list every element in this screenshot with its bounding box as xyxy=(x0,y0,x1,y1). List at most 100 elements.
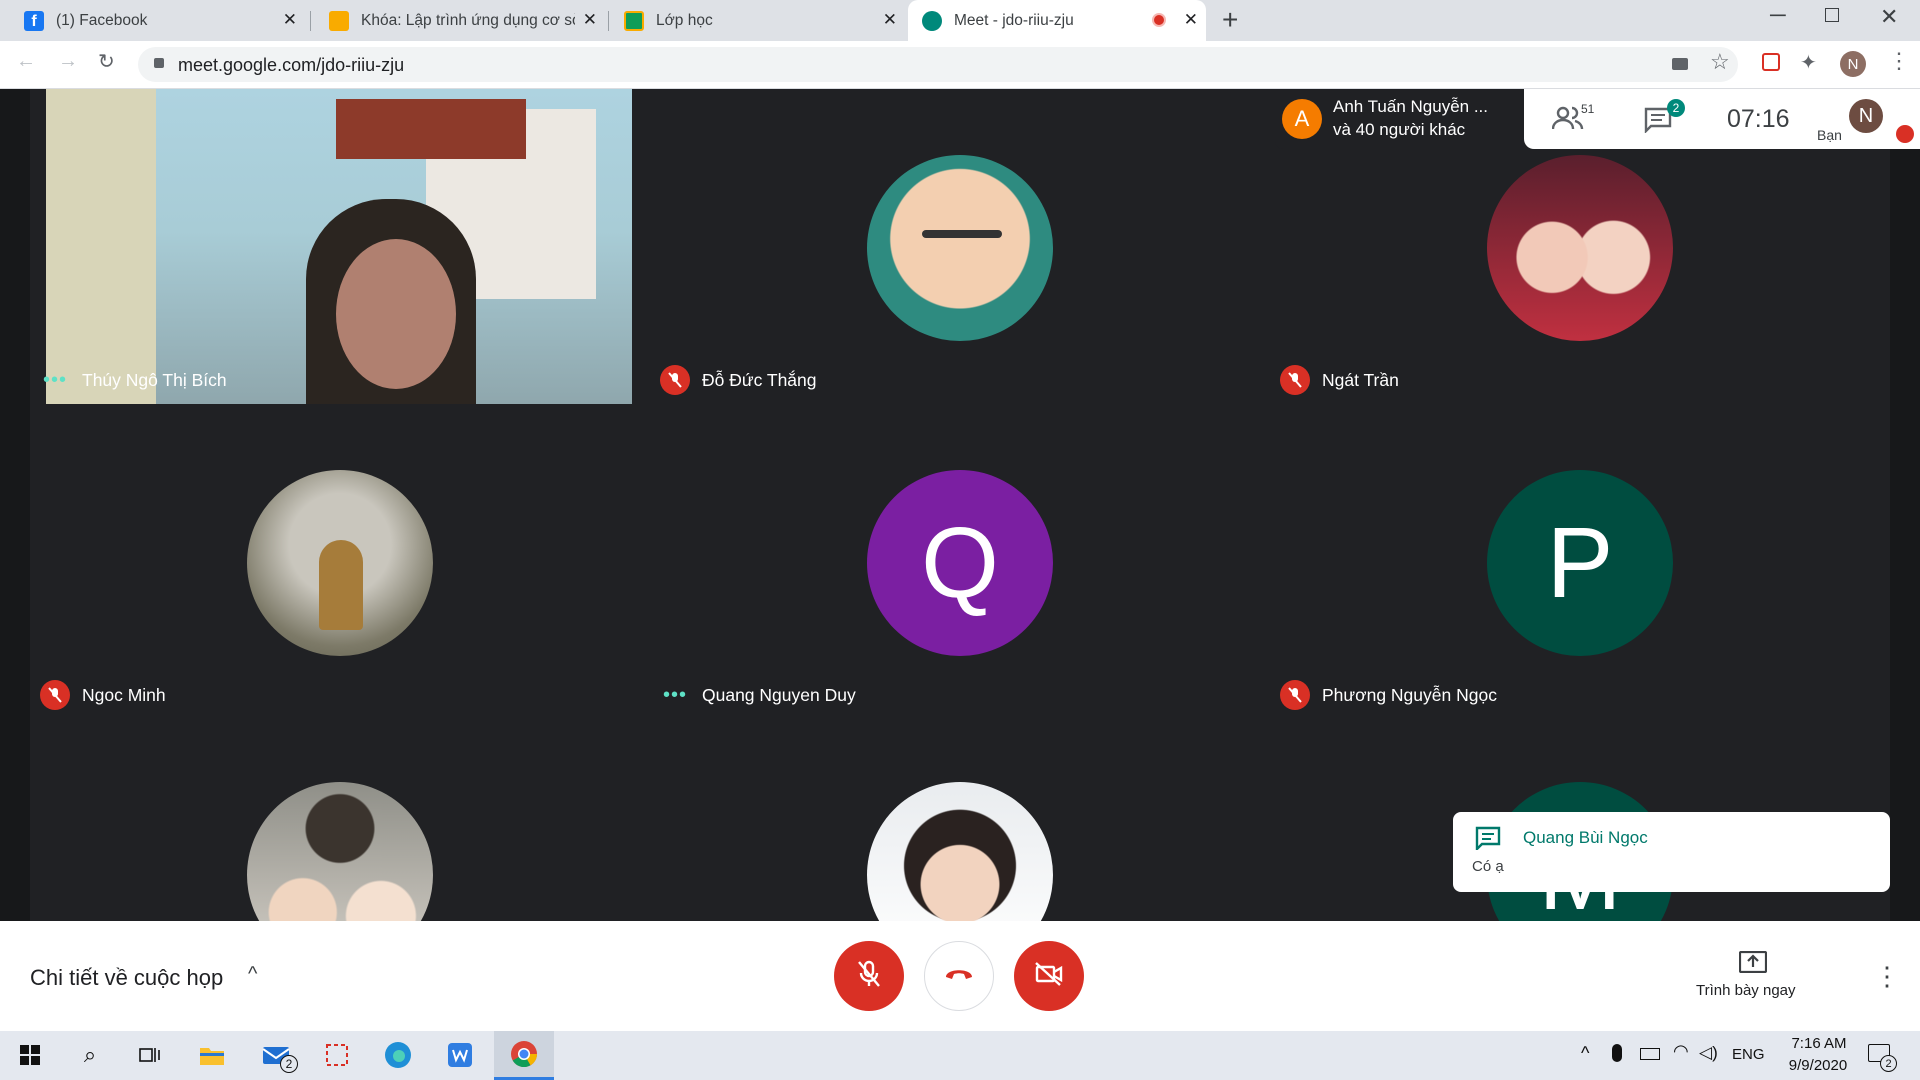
star-icon[interactable]: ☆ xyxy=(1710,49,1730,75)
present-now-button[interactable]: Trình bày ngay xyxy=(1696,982,1796,999)
chrome-taskbar-button[interactable] xyxy=(494,1031,554,1080)
mic-off-icon xyxy=(660,365,690,395)
avatar: A xyxy=(1282,99,1322,139)
participant-name: Ngoc Minh xyxy=(82,684,166,705)
camera-off-icon xyxy=(1034,961,1064,992)
chevron-up-icon[interactable]: ^ xyxy=(1581,1043,1589,1064)
participant-avatar xyxy=(247,782,433,921)
close-tab-icon[interactable]: ✕ xyxy=(583,10,597,30)
back-icon[interactable]: ← xyxy=(16,50,36,73)
wifi-icon[interactable]: ◠ xyxy=(1673,1041,1689,1062)
close-tab-icon[interactable]: ✕ xyxy=(883,10,897,30)
mic-off-icon xyxy=(857,960,881,993)
clock-date[interactable]: 9/9/2020 xyxy=(1783,1057,1853,1074)
close-tab-icon[interactable]: ✕ xyxy=(283,10,297,30)
microphone-icon[interactable] xyxy=(1612,1044,1622,1062)
participant-nameplate: Đỗ Đức Thắng xyxy=(660,365,817,395)
participant-name: Quang Nguyen Duy xyxy=(702,684,856,705)
participant-tile[interactable]: ••• Thúy Ngô Thị Bích xyxy=(30,89,650,404)
input-language[interactable]: ENG xyxy=(1732,1046,1765,1063)
participant-avatar xyxy=(247,470,433,656)
hang-up-icon xyxy=(944,967,974,986)
participant-name: Phương Nguyễn Ngọc xyxy=(1322,684,1497,705)
meet-icon xyxy=(922,10,942,31)
extension-icon[interactable] xyxy=(1762,53,1780,71)
writer-icon[interactable] xyxy=(444,1039,476,1071)
presenter-line2: và 40 người khác xyxy=(1333,120,1466,139)
participant-avatar: Q xyxy=(867,470,1053,656)
notifications-badge: 2 xyxy=(1880,1055,1897,1072)
clock-time[interactable]: 7:16 AM xyxy=(1785,1035,1853,1052)
menu-icon[interactable]: ⋮ xyxy=(1888,48,1910,74)
more-options-icon[interactable]: ⋮ xyxy=(1874,961,1900,992)
camera-toggle-button[interactable] xyxy=(1014,941,1084,1011)
address-bar[interactable]: meet.google.com/jdo-riiu-zju ☆ xyxy=(138,47,1738,82)
restore-icon[interactable] xyxy=(1825,8,1839,22)
participant-tile[interactable] xyxy=(30,716,650,921)
chevron-up-icon[interactable]: ^ xyxy=(248,963,257,986)
windows-start-icon[interactable] xyxy=(14,1039,46,1071)
chat-notification[interactable]: Quang Bùi Ngọc Có ạ xyxy=(1453,812,1890,892)
meeting-clock: 07:16 xyxy=(1727,105,1790,133)
chrome-icon xyxy=(510,1040,538,1073)
present-screen-icon[interactable] xyxy=(1738,950,1768,978)
participant-tile[interactable]: P Phương Nguyễn Ngọc xyxy=(1270,404,1890,719)
participant-nameplate: Phương Nguyễn Ngọc xyxy=(1280,680,1497,710)
participant-count: 51 xyxy=(1581,102,1595,116)
minimize-icon[interactable]: ─ xyxy=(1770,2,1786,28)
search-icon[interactable]: ⌕ xyxy=(74,1039,106,1071)
participant-nameplate: ••• Quang Nguyen Duy xyxy=(660,680,856,710)
reload-icon[interactable]: ↻ xyxy=(98,49,115,74)
participant-avatar xyxy=(867,782,1053,921)
new-tab-icon[interactable]: + xyxy=(1222,4,1238,36)
file-explorer-icon[interactable] xyxy=(196,1039,228,1071)
chat-icon xyxy=(1475,826,1501,855)
tab-meet[interactable]: Meet - jdo-riiu-zju ✕ xyxy=(908,0,1206,41)
participant-tile[interactable]: Đỗ Đức Thắng xyxy=(650,89,1270,404)
toast-sender: Quang Bùi Ngọc xyxy=(1523,828,1648,847)
profile-avatar[interactable]: N xyxy=(1840,51,1866,77)
participant-nameplate: Ngoc Minh xyxy=(40,680,166,710)
lock-icon xyxy=(154,58,164,68)
mail-badge: 2 xyxy=(280,1055,298,1073)
presenter-line1: Anh Tuấn Nguyễn ... xyxy=(1333,97,1488,116)
participant-nameplate: ••• Thúy Ngô Thị Bích xyxy=(40,365,227,395)
mic-off-icon xyxy=(1280,680,1310,710)
tab-title: (1) Facebook xyxy=(56,11,148,29)
camera-icon[interactable] xyxy=(1672,58,1688,70)
tab-classroom[interactable]: Lớp học ✕ xyxy=(600,0,905,41)
task-view-icon[interactable] xyxy=(134,1039,166,1071)
close-window-icon[interactable]: ✕ xyxy=(1880,4,1898,30)
forward-icon[interactable]: → xyxy=(58,50,78,73)
self-label: Bạn xyxy=(1817,127,1842,143)
tab-course[interactable]: Khóa: Lập trình ứng dụng cơ sở d ✕ xyxy=(305,0,605,41)
participant-tile[interactable]: Q ••• Quang Nguyen Duy xyxy=(650,404,1270,719)
meeting-info-bar: 51 2 07:16 N Bạn xyxy=(1524,89,1920,149)
participant-name: Ngát Trần xyxy=(1322,369,1399,390)
participant-tile[interactable] xyxy=(650,716,1270,921)
puzzle-icon[interactable]: ✦ xyxy=(1800,50,1817,75)
participant-avatar xyxy=(867,155,1053,341)
course-icon xyxy=(329,10,349,31)
speaking-indicator-icon: ••• xyxy=(662,683,687,706)
mic-off-icon xyxy=(1280,365,1310,395)
battery-icon[interactable] xyxy=(1640,1048,1660,1060)
recording-icon xyxy=(1152,13,1166,27)
participant-avatar xyxy=(1487,155,1673,341)
volume-icon[interactable]: ◁) xyxy=(1699,1043,1718,1063)
participant-avatar: P xyxy=(1487,470,1673,656)
self-avatar: N xyxy=(1849,99,1883,133)
tab-facebook[interactable]: f (1) Facebook ✕ xyxy=(0,0,305,41)
participant-tile[interactable]: Ngoc Minh xyxy=(30,404,650,719)
snipping-tool-icon[interactable] xyxy=(321,1039,353,1071)
speaking-indicator-icon: ••• xyxy=(42,368,67,391)
participants-summary[interactable]: A Anh Tuấn Nguyễn ... và 40 người khác xyxy=(1275,89,1522,149)
close-tab-icon[interactable]: ✕ xyxy=(1184,10,1198,30)
leave-call-button[interactable] xyxy=(924,941,994,1011)
meeting-details-button[interactable]: Chi tiết về cuộc họp xyxy=(30,965,223,991)
toast-message: Có ạ xyxy=(1472,858,1504,875)
people-icon[interactable] xyxy=(1551,105,1584,136)
mic-toggle-button[interactable] xyxy=(834,941,904,1011)
mic-off-icon xyxy=(40,680,70,710)
edge-icon[interactable] xyxy=(382,1039,414,1071)
